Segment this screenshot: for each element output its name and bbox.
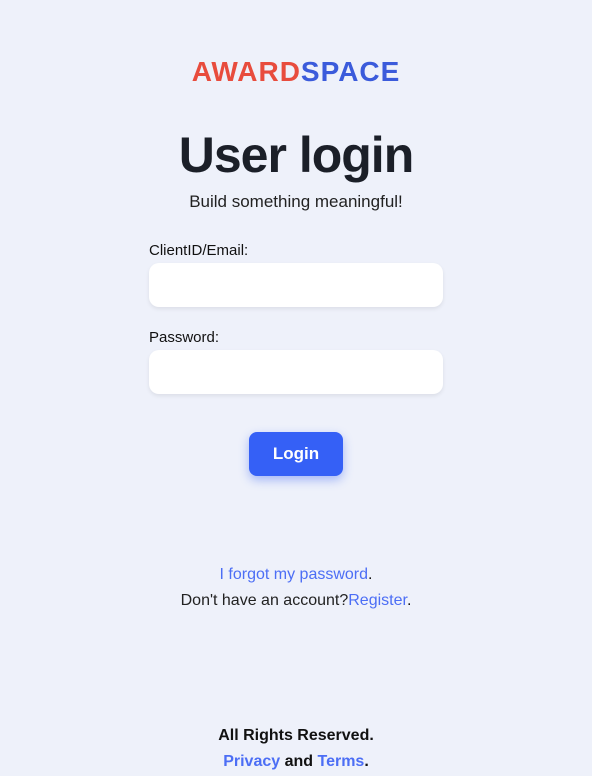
footer: All Rights Reserved. Privacy and Terms. [218, 723, 374, 774]
no-account-text: Don't have an account? [181, 592, 349, 609]
period: . [368, 566, 372, 583]
terms-link[interactable]: Terms [317, 753, 364, 770]
privacy-link[interactable]: Privacy [223, 753, 280, 770]
period: . [407, 592, 411, 609]
login-form: ClientID/Email: Password: Login [149, 242, 443, 476]
password-label: Password: [149, 329, 443, 346]
links-section: I forgot my password. Don't have an acco… [181, 562, 412, 613]
clientid-field-group: ClientID/Email: [149, 242, 443, 307]
password-input[interactable] [149, 350, 443, 394]
brand-logo: AWARDSPACE [192, 56, 401, 88]
period: . [364, 753, 368, 770]
footer-links-row: Privacy and Terms. [218, 749, 374, 775]
page-title: User login [179, 126, 413, 184]
page-subtitle: Build something meaningful! [189, 192, 403, 212]
clientid-input[interactable] [149, 263, 443, 307]
logo-part-award: AWARD [192, 56, 301, 87]
login-button-wrap: Login [149, 432, 443, 476]
footer-and: and [280, 753, 317, 770]
register-link[interactable]: Register [348, 592, 407, 609]
login-button[interactable]: Login [249, 432, 343, 476]
password-field-group: Password: [149, 329, 443, 394]
footer-rights: All Rights Reserved. [218, 723, 374, 749]
register-row: Don't have an account?Register. [181, 588, 412, 614]
forgot-password-link[interactable]: I forgot my password [220, 566, 369, 583]
logo-part-space: SPACE [301, 56, 400, 87]
forgot-password-row: I forgot my password. [181, 562, 412, 588]
clientid-label: ClientID/Email: [149, 242, 443, 259]
